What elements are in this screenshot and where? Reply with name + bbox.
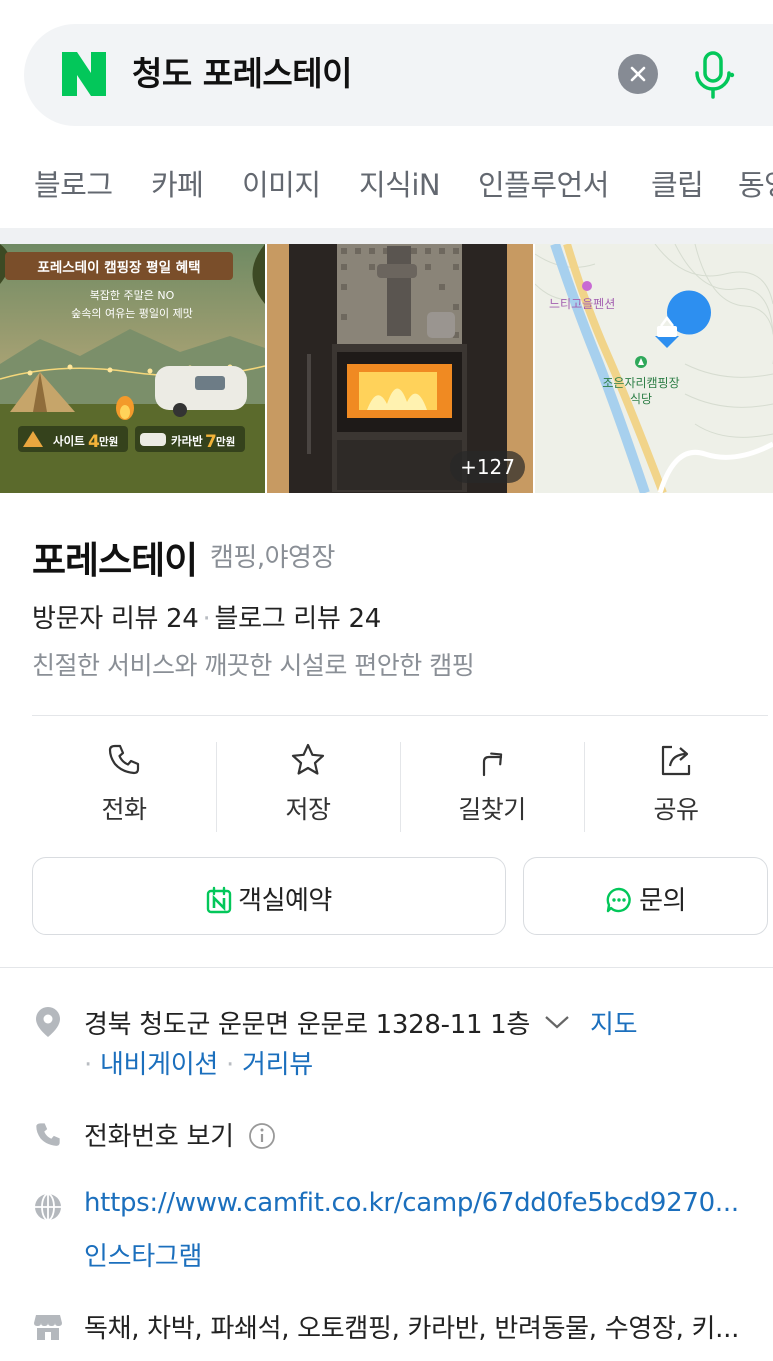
clear-icon[interactable] <box>618 54 658 94</box>
phone-view-link[interactable]: 전화번호 보기 <box>84 1122 234 1152</box>
navigation-link[interactable]: 내비게이션 <box>100 1050 218 1080</box>
photo-stove[interactable]: +127 <box>267 244 533 493</box>
promo-line1: 복잡한 주말은 NO <box>90 289 175 302</box>
address-text[interactable]: 경북 청도군 운문면 운문로 1328-11 1층 <box>84 1010 530 1040</box>
directions-label: 길찾기 <box>458 795 526 824</box>
website-link[interactable]: https://www.camfit.co.kr/camp/67dd0fe5bc… <box>84 1188 739 1218</box>
location-pin-icon <box>36 1007 60 1037</box>
search-query[interactable]: 청도 포레스테이 <box>132 52 353 96</box>
promo-site-prefix: 사이트 <box>53 434 85 448</box>
reserve-label: 객실예약 <box>238 886 332 916</box>
map-link[interactable]: 지도 <box>590 1010 638 1040</box>
promo-title: 포레스테이 캠핑장 평일 혜택 <box>37 259 200 276</box>
divider <box>0 967 773 968</box>
action-bar: 전화 저장 길찾기 공유 <box>32 740 768 834</box>
review-summary: 방문자 리뷰 24 · 블로그 리뷰 24 <box>32 604 381 634</box>
promo-caravan-prefix: 카라반 <box>171 434 203 448</box>
promo-line2: 숲속의 여유는 평일이 제맛 <box>71 306 193 320</box>
call-action[interactable]: 전화 <box>32 740 216 834</box>
tab-kin[interactable]: 지식iN <box>359 162 441 204</box>
tab-cafe[interactable]: 카페 <box>151 162 204 204</box>
tab-influencer[interactable]: 인플루언서 <box>478 162 609 204</box>
call-label: 전화 <box>101 795 147 824</box>
search-tabs: 블로그 카페 이미지 지식iN 인플루언서 클립 동영 <box>0 156 773 212</box>
tab-video[interactable]: 동영 <box>738 162 773 204</box>
share-label: 공유 <box>653 795 699 824</box>
share-icon <box>661 745 691 776</box>
map-label-pension: 느티고을펜션 <box>549 297 615 311</box>
streetview-link[interactable]: 거리뷰 <box>242 1050 313 1080</box>
share-action[interactable]: 공유 <box>584 740 768 834</box>
visitor-reviews-link[interactable]: 방문자 리뷰 24 <box>32 604 199 634</box>
address-row: 경북 청도군 운문면 운문로 1328-11 1층 지도 <box>84 1004 638 1041</box>
save-action[interactable]: 저장 <box>216 740 400 834</box>
photo-promo[interactable]: 포레스테이 캠핑장 평일 혜택 복잡한 주말은 NO 숲속의 여유는 평일이 제… <box>0 244 265 493</box>
directions-action[interactable]: 길찾기 <box>400 740 584 834</box>
place-category: 캠핑,야영장 <box>210 543 335 573</box>
naver-logo-icon[interactable] <box>62 52 106 96</box>
reserve-button[interactable]: 객실예약 <box>32 857 506 935</box>
inquiry-button[interactable]: 문의 <box>523 857 768 935</box>
section-divider <box>0 228 773 244</box>
address-links: · 내비게이션 · 거리뷰 <box>84 1050 313 1080</box>
chat-icon <box>606 887 631 913</box>
save-label: 저장 <box>285 795 331 824</box>
globe-icon <box>35 1193 61 1221</box>
chevron-down-icon[interactable] <box>544 1013 570 1031</box>
amenities-text: 독채, 차박, 파쇄석, 오토캠핑, 카라반, 반려동물, 수영장, 키... <box>84 1314 740 1344</box>
inquiry-label: 문의 <box>639 886 686 916</box>
promo-caravan-unit: 만원 <box>216 435 235 448</box>
phone-icon <box>36 1123 60 1146</box>
map-label-camp-name: 조은자리캠핑장 <box>602 376 679 390</box>
promo-site-unit: 만원 <box>99 435 118 448</box>
photo-count-badge[interactable]: +127 <box>450 451 525 483</box>
tab-blog[interactable]: 블로그 <box>34 162 113 204</box>
place-description: 친절한 서비스와 깨끗한 시설로 편안한 캠핑 <box>32 651 475 680</box>
blog-reviews-link[interactable]: 블로그 리뷰 24 <box>214 604 381 634</box>
phone-row: 전화번호 보기 <box>84 1116 276 1153</box>
naver-booking-icon <box>206 886 232 914</box>
place-name[interactable]: 포레스테이 <box>32 530 198 584</box>
store-icon <box>34 1315 62 1340</box>
mic-icon[interactable] <box>690 50 736 100</box>
photo-map[interactable]: 느티고을펜션 조은자리캠핑장 식당 <box>535 244 773 493</box>
tab-image[interactable]: 이미지 <box>242 162 321 204</box>
star-icon <box>291 743 325 775</box>
divider <box>32 715 768 716</box>
search-bar[interactable]: 청도 포레스테이 <box>24 24 773 126</box>
map-label-camp-sub: 식당 <box>630 392 652 406</box>
info-icon[interactable] <box>248 1122 276 1150</box>
instagram-link[interactable]: 인스타그램 <box>84 1236 202 1273</box>
tab-clip[interactable]: 클립 <box>651 162 704 204</box>
directions-icon <box>482 752 503 777</box>
phone-icon <box>108 744 140 775</box>
